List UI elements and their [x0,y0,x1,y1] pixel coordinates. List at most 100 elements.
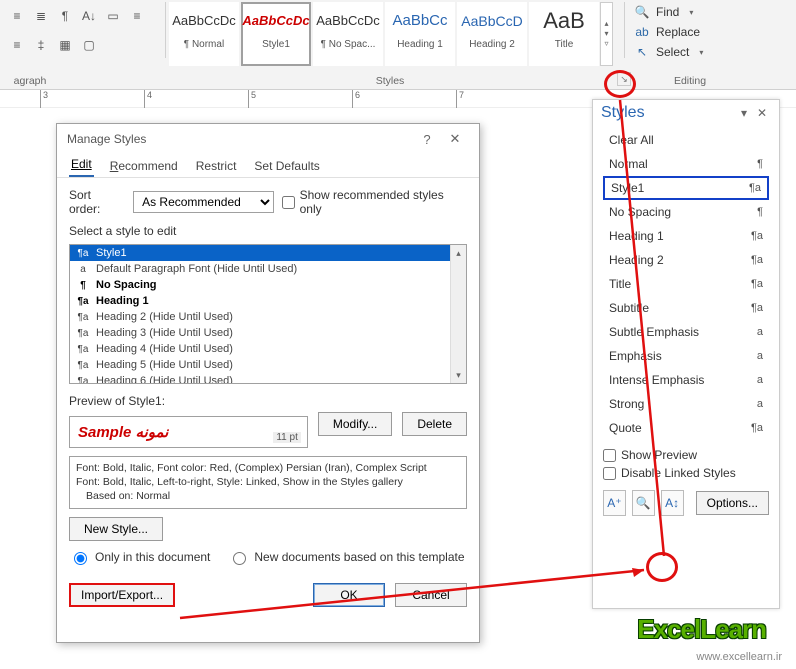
group-label-styles: Styles [350,75,430,87]
modify-button[interactable]: Modify... [318,412,392,436]
dialog-tabs: Edit Recommend Restrict Set Defaults [57,154,479,178]
editing-group: 🔍 Find ▾ ab Replace ↖ Select ▾ [628,0,788,68]
shading-icon[interactable]: ▭ [102,6,124,26]
list-item[interactable]: ¶No Spacing [70,277,450,293]
preview-label: Preview of Style1: [69,394,467,408]
gallery-more[interactable]: ▴▾▿ [600,2,613,66]
select-button[interactable]: ↖ Select ▾ [634,42,782,62]
styles-gallery[interactable]: AaBbCcDc¶ NormalAaBbCcDcStyle1AaBbCcDc¶ … [168,0,613,68]
style-tile[interactable]: AaBTitle [529,2,599,66]
logo: ExcelLearn [637,614,766,645]
find-label: Find [656,5,679,19]
help-button[interactable]: ? [413,132,441,147]
radio-only-this-doc[interactable]: Only in this document [69,549,210,565]
pane-menu-button[interactable]: ▾ [735,106,753,120]
list-item[interactable]: ¶aHeading 4 (Hide Until Used) [70,341,450,357]
pane-style-item[interactable]: Heading 2¶a [603,248,769,272]
bullets-icon[interactable]: ≡ [6,6,28,26]
delete-button[interactable]: Delete [402,412,467,436]
tab-defaults[interactable]: Set Defaults [252,155,321,177]
close-button[interactable]: ✕ [441,131,469,147]
show-recommended-checkbox[interactable]: Show recommended styles only [282,188,467,216]
watermark: www.excellearn.ir [696,651,782,663]
disable-linked-checkbox[interactable]: Disable Linked Styles [603,466,769,480]
radio-new-docs[interactable]: New documents based on this template [228,549,464,565]
list-item[interactable]: ¶aHeading 3 (Hide Until Used) [70,325,450,341]
pane-style-item[interactable]: Subtle Emphasisa [603,320,769,344]
list-item[interactable]: aDefault Paragraph Font (Hide Until Used… [70,261,450,277]
bucket-icon[interactable]: ▦ [54,35,76,55]
show-preview-checkbox[interactable]: Show Preview [603,448,769,462]
borders-icon[interactable]: ▢ [78,35,100,55]
chevron-down-icon: ▾ [699,48,703,57]
group-label-paragraph: agraph [0,75,60,87]
styles-listbox[interactable]: ¶aStyle1aDefault Paragraph Font (Hide Un… [69,244,467,384]
scroll-down-icon[interactable]: ▾ [451,367,466,383]
linespacing-icon[interactable]: ‡ [30,35,52,55]
styles-pane: Styles ▾ ✕ Clear AllNormal¶Style1¶aNo Sp… [592,99,780,609]
tab-restrict[interactable]: Restrict [194,155,239,177]
list-item[interactable]: ¶aHeading 6 (Hide Until Used) [70,373,450,383]
select-style-label: Select a style to edit [69,224,467,238]
style-tile[interactable]: AaBbCcDc¶ No Spac... [313,2,383,66]
pane-style-item[interactable]: Emphasisa [603,344,769,368]
new-style-tool[interactable]: A⁺ [603,490,626,516]
pilcrow-icon[interactable]: ¶ [54,6,76,26]
pane-style-item[interactable]: Style1¶a [603,176,769,200]
pane-style-item[interactable]: Title¶a [603,272,769,296]
numbering-icon[interactable]: ≣ [30,6,52,26]
scroll-up-icon[interactable]: ▴ [451,245,466,261]
sort-icon[interactable]: A↓ [78,6,100,26]
align-icon[interactable]: ≡ [126,6,148,26]
preview-size: 11 pt [273,432,301,443]
select-label: Select [656,45,689,59]
sort-order-select[interactable]: As Recommended [133,191,274,213]
options-button[interactable]: Options... [696,491,769,515]
pane-style-item[interactable]: Stronga [603,392,769,416]
ok-button[interactable]: OK [313,583,385,607]
style-tile[interactable]: AaBbCcHeading 1 [385,2,455,66]
new-style-button[interactable]: New Style... [69,517,163,541]
tab-recommend[interactable]: Recommend [108,155,180,177]
pane-title: Styles [601,104,735,122]
list-item[interactable]: ¶aHeading 2 (Hide Until Used) [70,309,450,325]
indent-icon[interactable]: ≡ [6,35,28,55]
pane-close-button[interactable]: ✕ [753,106,771,120]
manage-styles-tool[interactable]: A↕ [661,490,684,516]
style-tile[interactable]: AaBbCcDHeading 2 [457,2,527,66]
dialog-title: Manage Styles [67,132,146,146]
dialog-titlebar: Manage Styles ? ✕ [57,124,479,154]
cancel-button[interactable]: Cancel [395,583,467,607]
cursor-icon: ↖ [634,45,650,59]
replace-button[interactable]: ab Replace [634,22,782,42]
styles-launcher[interactable]: ↘ [617,72,631,86]
preview-sample: Sample نمونه [78,423,168,441]
scope-radios: Only in this document New documents base… [69,549,467,565]
chevron-down-icon: ▾ [689,8,693,17]
tab-edit[interactable]: Edit [69,153,94,177]
replace-label: Replace [656,25,700,39]
find-button[interactable]: 🔍 Find ▾ [634,2,782,22]
sort-order-label: Sort order: [69,188,125,216]
pane-style-item[interactable]: Quote¶a [603,416,769,440]
pane-style-item[interactable]: Intense Emphasisa [603,368,769,392]
scrollbar[interactable]: ▴ ▾ [450,245,466,383]
pane-style-item[interactable]: Heading 1¶a [603,224,769,248]
preview-box: Sample نمونه 11 pt [69,416,308,448]
import-export-button[interactable]: Import/Export... [69,583,175,607]
list-item[interactable]: ¶aHeading 1 [70,293,450,309]
list-item[interactable]: ¶aHeading 5 (Hide Until Used) [70,357,450,373]
style-inspector-tool[interactable]: 🔍 [632,490,655,516]
pane-style-item[interactable]: No Spacing¶ [603,200,769,224]
manage-styles-dialog: Manage Styles ? ✕ Edit Recommend Restric… [56,123,480,643]
style-tile[interactable]: AaBbCcDcStyle1 [241,2,311,66]
pane-style-item[interactable]: Subtitle¶a [603,296,769,320]
search-icon: 🔍 [634,5,650,19]
style-tile[interactable]: AaBbCcDc¶ Normal [169,2,239,66]
pane-style-item[interactable]: Clear All [603,128,769,152]
style-description: Font: Bold, Italic, Font color: Red, (Co… [69,456,467,509]
pane-style-item[interactable]: Normal¶ [603,152,769,176]
replace-icon: ab [634,25,650,39]
group-label-editing: Editing [660,75,720,87]
list-item[interactable]: ¶aStyle1 [70,245,450,261]
